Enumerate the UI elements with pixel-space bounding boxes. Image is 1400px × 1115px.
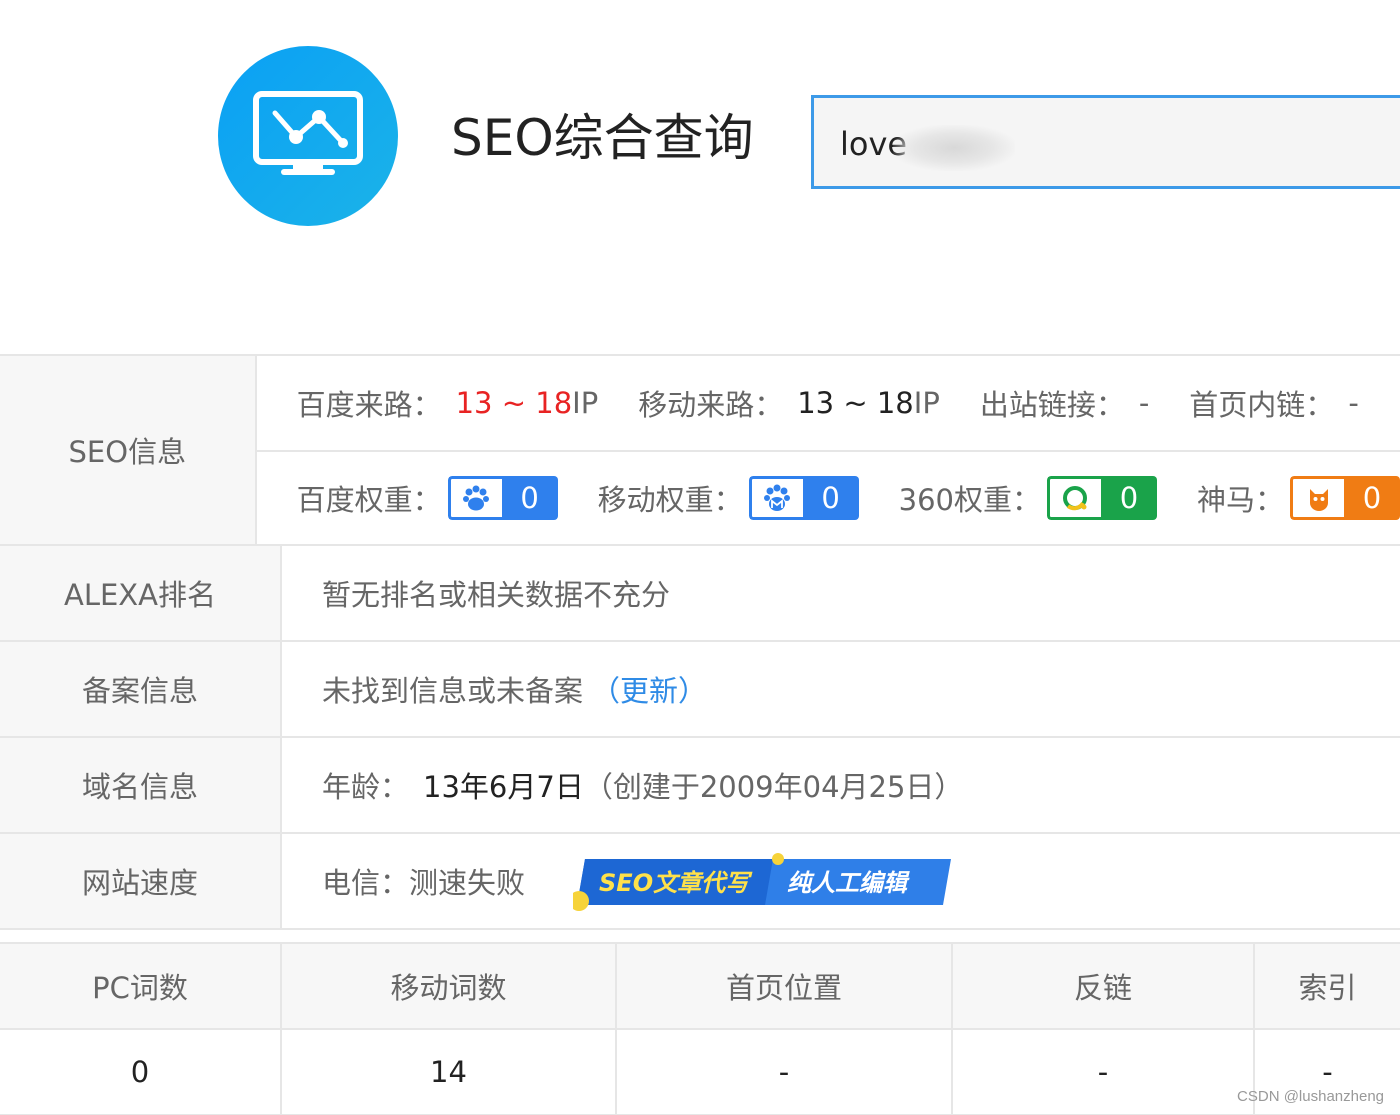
row-label: 域名信息	[0, 738, 282, 832]
baidu-paw-icon	[447, 476, 502, 520]
watermark: CSDN @lushanzheng	[1237, 1088, 1384, 1105]
ad-text-2: 纯人工编辑	[787, 869, 908, 897]
row-label: 网站速度	[0, 834, 282, 928]
home-position-value: -	[617, 1030, 953, 1114]
outbound-label: 出站链接：	[979, 388, 1125, 422]
domain-age-label: 年龄：	[322, 770, 410, 804]
row-label: 备案信息	[0, 642, 282, 736]
icp-value: 未找到信息或未备案	[322, 674, 584, 708]
header-mobile-words: 移动词数	[282, 944, 617, 1028]
baidu-weight-value: 0	[501, 476, 558, 520]
baidu-traffic-label: 百度来路：	[296, 388, 442, 422]
header-pc-words: PC词数	[0, 944, 282, 1028]
ad-banner[interactable]: SEO文章代写 纯人工编辑	[573, 853, 953, 911]
shenma-cat-icon	[1290, 476, 1344, 520]
row-seo-info: SEO信息 百度来路： 13 ~ 18 IP 移动来路： 13 ~ 18 IP …	[0, 356, 1400, 546]
mobile-weight-value: 0	[802, 476, 859, 520]
blurred-region	[893, 125, 1015, 171]
icp-update-link[interactable]: （更新）	[591, 668, 707, 710]
so360-ring-icon	[1046, 476, 1101, 520]
domain-created: （创建于2009年04月25日）	[583, 770, 964, 804]
header-backlinks: 反链	[953, 944, 1255, 1028]
baidu-traffic-value[interactable]: 13 ~ 18	[456, 386, 573, 420]
baidu-weight-badge[interactable]: 0	[447, 476, 558, 520]
seo-info-table: SEO信息 百度来路： 13 ~ 18 IP 移动来路： 13 ~ 18 IP …	[0, 354, 1400, 930]
traffic-line: 百度来路： 13 ~ 18 IP 移动来路： 13 ~ 18 IP 出站链接： …	[257, 356, 1400, 450]
weight-line: 百度权重： 0 移动权重： 0 360权重： 0 神马： 0	[256, 450, 1400, 544]
weight-360-value: 0	[1100, 476, 1157, 520]
row-label: SEO信息	[0, 356, 257, 544]
home-inlinks-label: 首页内链：	[1189, 388, 1335, 422]
pc-words-value[interactable]: 0	[0, 1030, 282, 1114]
mobile-traffic-value[interactable]: 13 ~ 18	[797, 386, 914, 420]
home-inlinks-value: -	[1348, 386, 1359, 420]
ad-text-1: SEO文章代写	[599, 869, 750, 897]
mobile-weight-label: 移动权重：	[597, 483, 743, 517]
row-label: ALEXA排名	[0, 546, 282, 640]
table-row: 0 14 - - -	[0, 1030, 1400, 1115]
keyword-stats-table: PC词数 移动词数 首页位置 反链 索引 0 14 - - -	[0, 942, 1400, 1115]
domain-age-value: 13年6月7日	[423, 770, 584, 804]
alexa-value: 暂无排名或相关数据不充分	[322, 578, 671, 612]
weight-360-badge[interactable]: 0	[1046, 476, 1157, 520]
ip-unit: IP	[913, 386, 940, 420]
row-alexa: ALEXA排名 暂无排名或相关数据不充分	[0, 546, 1400, 642]
speed-value: 电信：测速失败	[322, 866, 526, 900]
shenma-weight-badge[interactable]: 0	[1290, 476, 1400, 520]
weight-360-label: 360权重：	[898, 483, 1041, 517]
baidu-weight-label: 百度权重：	[296, 483, 442, 517]
site-logo	[218, 46, 398, 226]
ip-unit: IP	[572, 386, 599, 420]
shenma-weight-value: 0	[1344, 476, 1400, 520]
row-speed: 网站速度 电信：测速失败 SEO文章代写 纯人工编辑	[0, 834, 1400, 930]
shenma-label: 神马：	[1196, 483, 1284, 517]
monitor-chart-icon	[253, 91, 363, 175]
header-index: 索引	[1298, 971, 1357, 1005]
header-home-position: 首页位置	[617, 944, 953, 1028]
baidu-mobile-paw-icon	[748, 476, 803, 520]
row-icp: 备案信息 未找到信息或未备案 （更新）	[0, 642, 1400, 738]
outbound-value: -	[1138, 386, 1150, 420]
table-header-row: PC词数 移动词数 首页位置 反链 索引	[0, 944, 1400, 1030]
mobile-weight-badge[interactable]: 0	[748, 476, 859, 520]
mobile-words-value[interactable]: 14	[282, 1030, 617, 1114]
backlinks-value: -	[953, 1030, 1255, 1114]
mobile-traffic-label: 移动来路：	[638, 388, 784, 422]
page-title: SEO综合查询	[451, 109, 754, 167]
row-domain: 域名信息 年龄： 13年6月7日 （创建于2009年04月25日）	[0, 738, 1400, 834]
